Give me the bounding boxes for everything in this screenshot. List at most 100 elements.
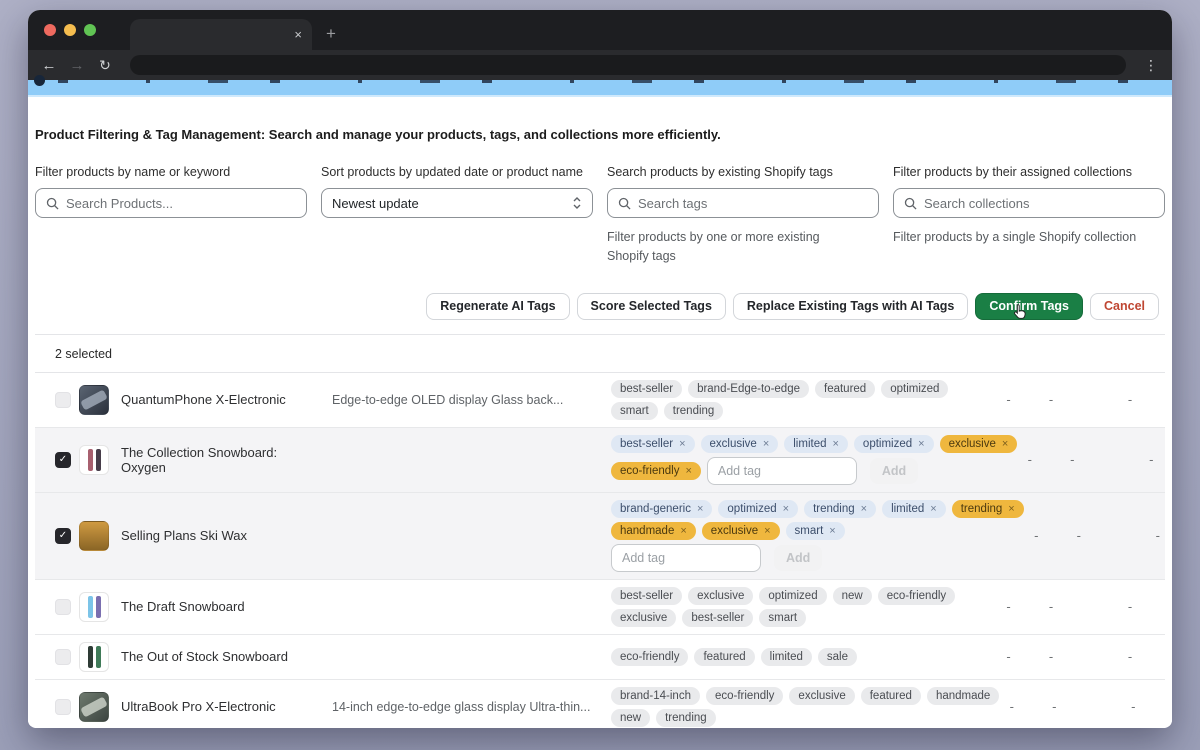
remove-tag-icon[interactable]: × [763,438,769,450]
row-checkbox[interactable] [55,599,71,615]
row-checkbox[interactable] [55,699,71,715]
tag-chip: eco-friendly [878,587,955,605]
tag-line: eco-friendlyfeaturedlimitedsale [611,648,996,666]
add-tag-button[interactable]: Add [774,545,822,571]
tag-chip: best-seller [611,587,682,605]
confirm-tags-button[interactable]: Confirm Tags [975,293,1083,320]
tag-chip: optimized× [854,435,934,453]
search-icon [618,197,631,210]
tag-line: brand-14-incheco-friendlyexclusivefeatur… [611,687,999,705]
browser-menu-icon[interactable]: ⋮ [1142,57,1160,74]
collections-search-input[interactable]: Search collections [893,188,1165,218]
remove-tag-icon[interactable]: × [680,525,686,537]
sort-products-column: Sort products by updated date or product… [321,165,593,266]
search-icon [46,197,59,210]
extra-col-2: - [1042,452,1102,467]
chevron-updown-icon [572,196,582,210]
product-tags: eco-friendlyfeaturedlimitedsale [611,648,996,666]
product-image [79,642,109,672]
browser-window: × + ← → ↻ ⋮ Product Filtering & Tag Mana… [28,10,1172,728]
tag-line: smarttrending [611,402,996,420]
back-icon[interactable]: ← [40,57,58,74]
extra-col-2: - [1021,392,1081,407]
tab-close-icon[interactable]: × [294,28,302,41]
tag-line: newtrending [611,709,999,727]
collections-label: Filter products by their assigned collec… [893,165,1165,179]
product-tags: brand-generic×optimized×trending×limited… [611,500,1024,572]
tag-chip: limited× [882,500,946,518]
extra-col-3: - [1081,392,1172,407]
remove-tag-icon[interactable]: × [1008,503,1014,515]
tag-chip: optimized [759,587,826,605]
filter-label: Filter products by name or keyword [35,165,307,179]
cancel-button[interactable]: Cancel [1090,293,1159,320]
score-selected-tags-button[interactable]: Score Selected Tags [577,293,726,320]
page-title: Product Filtering & Tag Management: Sear… [35,97,1165,142]
extra-col-2: - [1024,699,1084,714]
remove-tag-icon[interactable]: × [832,438,838,450]
tag-line: best-sellerexclusiveoptimizedneweco-frie… [611,587,996,605]
replace-tags-button[interactable]: Replace Existing Tags with AI Tags [733,293,968,320]
tag-chip: handmade [927,687,999,705]
extra-col-3: - [1109,528,1172,543]
remove-tag-icon[interactable]: × [697,503,703,515]
tag-chip: handmade× [611,522,696,540]
remove-tag-icon[interactable]: × [829,525,835,537]
tags-search-input[interactable]: Search tags [607,188,879,218]
add-tag-button[interactable]: Add [870,458,918,484]
page-content: Product Filtering & Tag Management: Sear… [28,97,1172,726]
add-tag-input[interactable] [707,457,857,485]
filter-products-column: Filter products by name or keyword Searc… [35,165,307,266]
product-image [79,692,109,722]
collections-helper-text: Filter products by a single Shopify coll… [893,228,1148,247]
remove-tag-icon[interactable]: × [764,525,770,537]
row-checkbox[interactable]: ✓ [55,528,71,544]
table-row: The Draft Snowboard best-sellerexclusive… [35,580,1165,635]
product-table-body: QuantumPhone X-Electronic Edge-to-edge O… [35,373,1165,729]
notification-banner [28,80,1172,97]
remove-tag-icon[interactable]: × [861,503,867,515]
remove-tag-icon[interactable]: × [930,503,936,515]
extra-col-1: - [999,699,1024,714]
remove-tag-icon[interactable]: × [685,465,691,477]
minimize-window-button[interactable] [64,24,76,36]
product-name: UltraBook Pro X-Electronic [121,699,320,714]
table-row: ✓ The Collection Snowboard: Oxygen best-… [35,428,1165,493]
selection-status: 2 selected [35,335,1165,372]
product-name: The Draft Snowboard [121,599,320,614]
add-tag-input[interactable] [611,544,761,572]
product-name: QuantumPhone X-Electronic [121,392,320,407]
tag-chip: smart [611,402,658,420]
new-tab-button[interactable]: + [326,24,336,44]
browser-tab[interactable]: × [130,19,312,50]
product-search-input[interactable]: Search Products... [35,188,307,218]
remove-tag-icon[interactable]: × [679,438,685,450]
tag-line: best-seller×exclusive×limited×optimized×… [611,435,1017,453]
remove-tag-icon[interactable]: × [918,438,924,450]
reload-icon[interactable]: ↻ [96,57,114,74]
product-name: Selling Plans Ski Wax [121,528,320,543]
close-window-button[interactable] [44,24,56,36]
remove-tag-icon[interactable]: × [783,503,789,515]
product-image [79,592,109,622]
tag-chip: exclusive [611,609,676,627]
row-checkbox[interactable] [55,392,71,408]
forward-icon[interactable]: → [68,57,86,74]
address-bar[interactable] [130,55,1126,75]
maximize-window-button[interactable] [84,24,96,36]
row-checkbox[interactable]: ✓ [55,452,71,468]
remove-tag-icon[interactable]: × [1002,438,1008,450]
tag-chip: exclusive [789,687,854,705]
row-checkbox[interactable] [55,649,71,665]
tag-chip: trending [656,709,716,727]
sort-select[interactable]: Newest update [321,188,593,218]
extra-col-3: - [1084,699,1172,714]
tag-chip: trending× [952,500,1024,518]
tag-chip: smart [759,609,806,627]
extra-col-1: - [996,392,1021,407]
extra-col-1: - [1017,452,1042,467]
tag-chip: brand-generic× [611,500,712,518]
tag-line: exclusivebest-sellersmart [611,609,996,627]
regenerate-ai-tags-button[interactable]: Regenerate AI Tags [426,293,569,320]
product-tags: brand-14-incheco-friendlyexclusivefeatur… [611,687,999,727]
